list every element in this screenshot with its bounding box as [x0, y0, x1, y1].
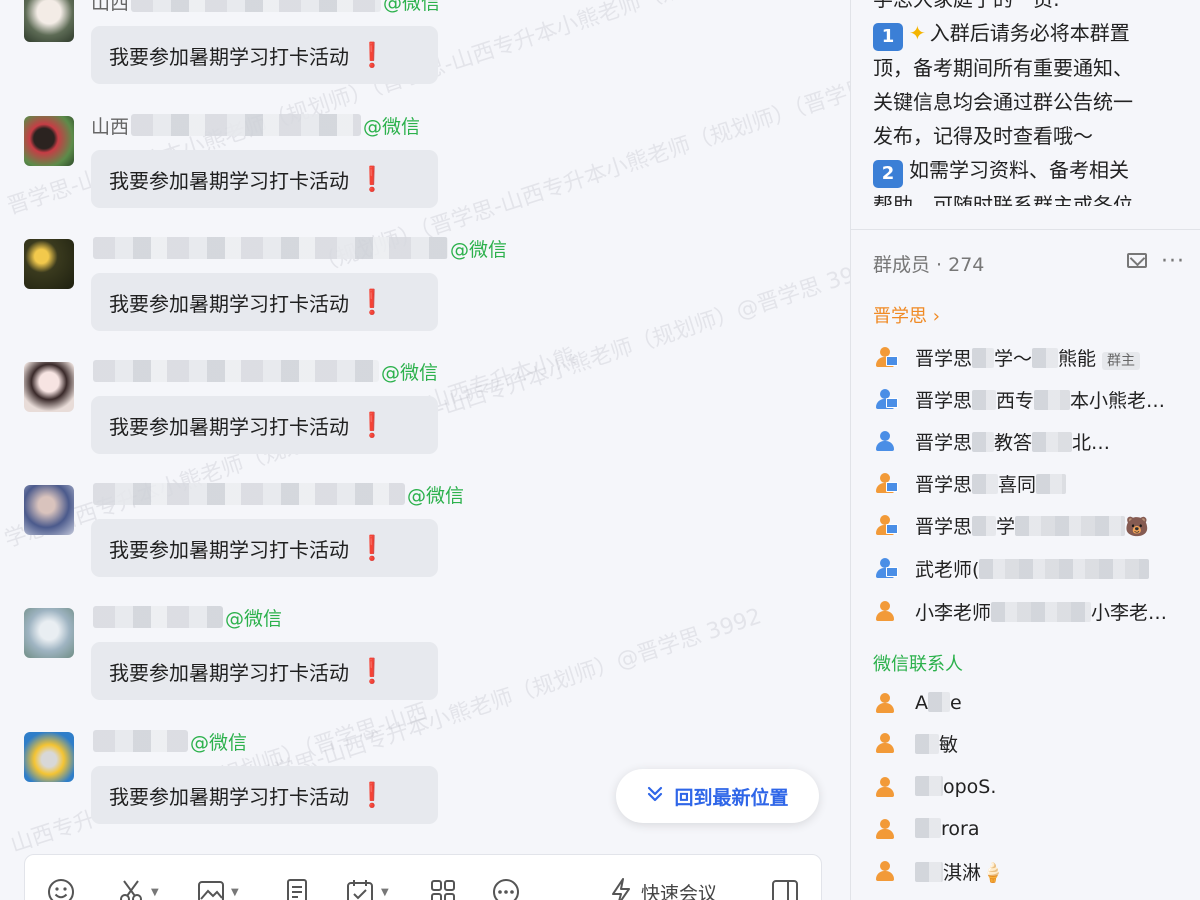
message-item: 山西 @微信 我要参加暑期学习打卡活动 ❗ [0, 0, 850, 94]
message-bubble[interactable]: 我要参加暑期学习打卡活动 ❗ [91, 766, 438, 824]
schedule-button[interactable]: ▼ [345, 877, 389, 900]
person-icon [873, 691, 897, 715]
member-item[interactable]: 敏 [873, 726, 1193, 760]
more-chat-button[interactable] [491, 877, 521, 900]
screenshot-button[interactable]: ▼ [117, 877, 159, 900]
owner-badge: 群主 [1102, 351, 1141, 370]
chevron-down-icon: ▼ [151, 886, 159, 898]
member-item[interactable]: 晋学思 西专 本小熊老… [873, 382, 1193, 416]
emoji-icon [48, 879, 74, 900]
exclamation-icon: ❗ [357, 781, 387, 809]
avatar[interactable] [24, 485, 74, 535]
member-item[interactable]: Ae [873, 686, 1193, 720]
message-item: @微信 我要参加暑期学习打卡活动 ❗ [0, 231, 850, 341]
message-bubble[interactable]: 我要参加暑期学习打卡活动 ❗ [91, 26, 438, 84]
sender-name[interactable]: @微信 [91, 728, 247, 754]
image-button[interactable]: ▼ [197, 877, 239, 900]
message-bubble[interactable]: 我要参加暑期学习打卡活动 ❗ [91, 396, 438, 454]
mail-icon[interactable] [1127, 253, 1147, 268]
section-divider [851, 229, 1200, 230]
member-item[interactable]: 淇淋🍦 [873, 854, 1193, 888]
member-item[interactable]: rora [873, 812, 1193, 846]
panel-icon [772, 880, 798, 900]
person-icon [873, 817, 897, 841]
sidebar-toggle-button[interactable] [771, 877, 799, 900]
message-item: @微信 我要参加暑期学习打卡活动 ❗ [0, 354, 850, 464]
message-bubble[interactable]: 我要参加暑期学习打卡活动 ❗ [91, 519, 438, 577]
message-item: @微信 我要参加暑期学习打卡活动 ❗ [0, 477, 850, 587]
star-icon: ✦ [909, 21, 926, 45]
keycap-1-icon: 1 [873, 23, 903, 51]
member-item[interactable]: 武老师( [873, 551, 1193, 585]
person-icon [873, 859, 897, 883]
message-bubble[interactable]: 我要参加暑期学习打卡活动 ❗ [91, 273, 438, 331]
chevron-down-icon: ▼ [231, 886, 239, 898]
group-announcement[interactable]: 学思大家庭了的一员: 1✦入群后请务必将本群置 顶，备考期间所有重要通知、 关键… [873, 0, 1183, 206]
member-item[interactable]: 小李老师 小李老… [873, 594, 1193, 628]
member-group-wechat-contacts[interactable]: 微信联系人 [873, 650, 963, 676]
person-icon [873, 775, 897, 799]
group-info-panel: 学思大家庭了的一员: 1✦入群后请务必将本群置 顶，备考期间所有重要通知、 关键… [851, 0, 1200, 900]
sender-name[interactable]: @微信 [91, 604, 282, 630]
sender-name[interactable]: 山西 @微信 [91, 112, 420, 138]
avatar[interactable] [24, 116, 74, 166]
grid-icon [431, 880, 455, 900]
exclamation-icon: ❗ [357, 411, 387, 439]
back-to-latest-button[interactable]: 回到最新位置 [616, 769, 819, 823]
scissors-icon [120, 880, 142, 900]
member-item[interactable]: 晋学思 喜同 [873, 466, 1193, 500]
more-icon[interactable]: ··· [1161, 249, 1185, 274]
avatar[interactable] [24, 608, 74, 658]
image-icon [198, 881, 224, 900]
keycap-2-icon: 2 [873, 160, 903, 188]
message-item: 山西 @微信 我要参加暑期学习打卡活动 ❗ [0, 108, 850, 218]
exclamation-icon: ❗ [357, 288, 387, 316]
avatar[interactable] [24, 732, 74, 782]
sender-name[interactable]: 山西 @微信 [91, 0, 440, 14]
person-icon [873, 429, 897, 453]
chevron-down-icon: ▼ [381, 886, 389, 898]
members-count-title: 群成员 · 274 [873, 254, 985, 276]
person-desktop-icon [873, 345, 898, 369]
person-desktop-icon [873, 513, 898, 537]
emoji-button[interactable] [47, 877, 75, 900]
quick-meeting-button[interactable]: 快速会议 [609, 877, 717, 900]
message-bubble[interactable]: 我要参加暑期学习打卡活动 ❗ [91, 150, 438, 208]
chat-area: 晋学思-山西专升本小熊老师（规划师）（晋学思-山西专升本小熊老师（规 （规划师）… [0, 0, 850, 900]
document-icon [287, 879, 307, 900]
avatar[interactable] [24, 0, 74, 42]
exclamation-icon: ❗ [357, 41, 387, 69]
avatar[interactable] [24, 239, 74, 289]
person-desktop-icon [873, 471, 898, 495]
sender-name[interactable]: @微信 [91, 358, 438, 384]
member-item[interactable]: opoS. [873, 770, 1193, 804]
person-desktop-icon [873, 387, 898, 411]
person-desktop-icon [873, 556, 898, 580]
sender-name[interactable]: @微信 [91, 481, 464, 507]
document-button[interactable] [283, 877, 311, 900]
message-item: @微信 我要参加暑期学习打卡活动 ❗ [0, 600, 850, 710]
member-item[interactable]: 晋学思 教答 北… [873, 424, 1193, 458]
avatar[interactable] [24, 362, 74, 412]
person-icon [873, 731, 897, 755]
calendar-check-icon [347, 880, 373, 900]
member-item[interactable]: 晋学思学 🐻 [873, 508, 1193, 542]
lightning-icon [612, 878, 630, 900]
message-composer[interactable]: ▼ ▼ ▼ 快速会议 [24, 854, 822, 900]
sender-name[interactable]: @微信 [91, 235, 507, 261]
chat-bubble-icon [493, 879, 519, 900]
member-group-jinxuesi[interactable]: 晋学思 › [873, 302, 940, 328]
apps-button[interactable] [429, 877, 457, 900]
exclamation-icon: ❗ [357, 534, 387, 562]
member-item[interactable]: 晋学思 学～ 熊能 群主 [873, 340, 1193, 374]
person-icon [873, 599, 897, 623]
exclamation-icon: ❗ [357, 657, 387, 685]
double-chevron-down-icon [646, 784, 664, 808]
exclamation-icon: ❗ [357, 165, 387, 193]
message-bubble[interactable]: 我要参加暑期学习打卡活动 ❗ [91, 642, 438, 700]
